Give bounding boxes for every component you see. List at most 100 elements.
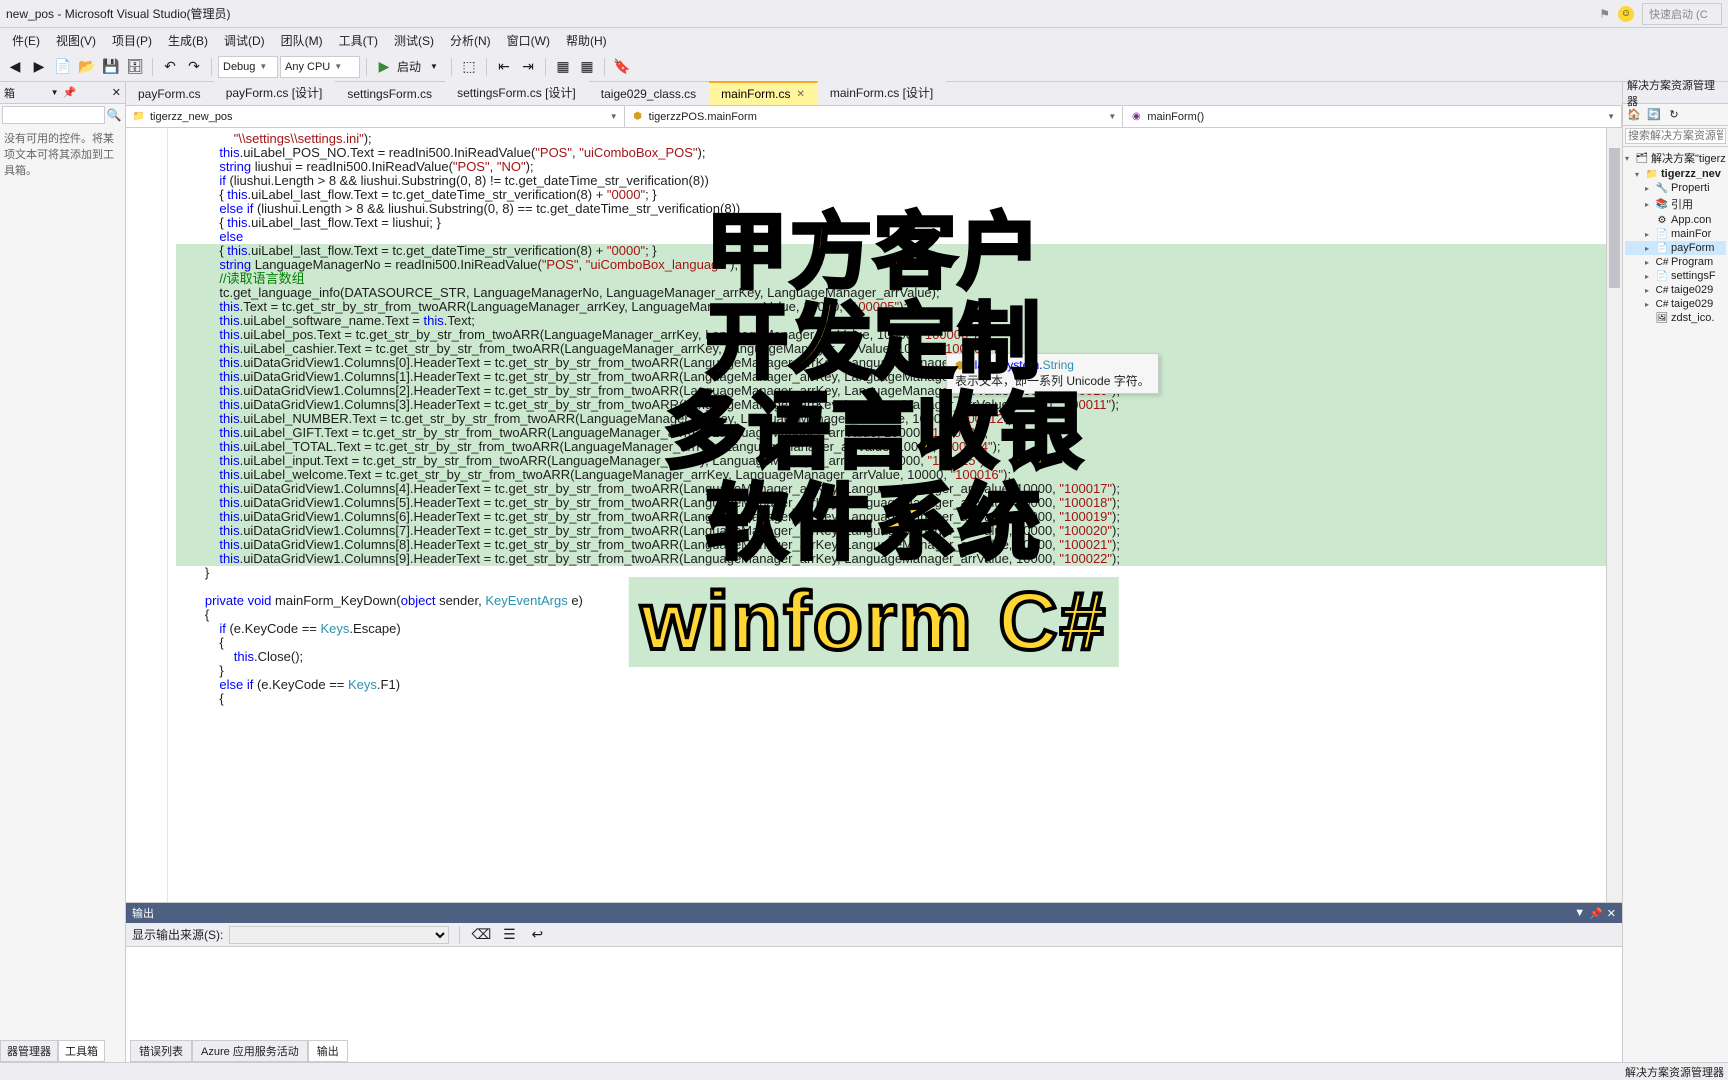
menu-item[interactable]: 帮助(H) [558,29,615,52]
bottom-tab[interactable]: 器管理器 [0,1040,58,1062]
close-icon[interactable]: ✕ [1607,907,1616,920]
start-label[interactable]: 启动 [397,58,421,75]
indent-icon[interactable]: ⇤ [493,56,515,78]
toolbox-panel: 箱 ▼ 📌 ✕ 🔍 没有可用的控件。将某项文本可将其添加到工具箱。 [0,82,126,1062]
bookmark-icon[interactable]: 🔖 [611,56,633,78]
wrap-icon[interactable]: ↩ [526,924,548,946]
tree-node[interactable]: ▸C#Program [1625,255,1726,269]
bottom-output-tabs: 错误列表Azure 应用服务活动输出 [130,1040,348,1062]
output-source-dropdown[interactable] [229,926,449,944]
menu-item[interactable]: 项目(P) [104,29,160,52]
toolbox-header: 箱 ▼ 📌 ✕ [0,82,125,104]
output-panel: 输出 ▼ 📌 ✕ 显示输出来源(S): ⌫ ☰ ↩ [126,902,1622,1062]
toggle-icon[interactable]: ☰ [498,924,520,946]
open-file-icon[interactable]: 📂 [76,56,98,78]
new-file-icon[interactable]: 📄 [52,56,74,78]
platform-dropdown[interactable]: Any CPU▼ [280,56,360,78]
tree-node[interactable]: ▸📄mainFor [1625,227,1726,241]
menu-item[interactable]: 件(E) [4,29,48,52]
editor-tab[interactable]: settingsForm.cs [335,83,445,105]
output-source-label: 显示输出来源(S): [132,926,223,943]
separator [604,58,605,76]
editor-tab[interactable]: taige029_class.cs [589,83,709,105]
undo-icon[interactable]: ↶ [159,56,181,78]
quick-launch-input[interactable]: 快速启动 (C [1642,3,1722,25]
tree-node[interactable]: ▸📄payForm [1625,241,1726,255]
close-icon[interactable]: ✕ [112,86,121,99]
nav-class-dropdown[interactable]: ⬢ tigerzzPOS.mainForm▼ [625,106,1124,127]
bottom-tab[interactable]: 输出 [308,1040,348,1062]
tree-node[interactable]: 🖼zdst_ico. [1625,311,1726,325]
notification-badge[interactable]: ☺ [1618,6,1634,22]
redo-icon[interactable]: ↷ [183,56,205,78]
start-debug-icon[interactable]: ▶ [373,56,395,78]
editor-tab[interactable]: payForm.cs [126,83,214,105]
editor-tab[interactable]: mainForm.cs [设计] [818,80,946,105]
solution-explorer-toolbar: 🏠 🔄 ↻ [1623,104,1728,126]
solution-explorer-header: 解决方案资源管理器 [1623,82,1728,104]
forward-button[interactable]: ▶ [28,56,50,78]
toolbox-search: 🔍 [0,104,125,126]
toolbox-title: 箱 [4,85,15,101]
search-icon[interactable]: 🔍 [105,106,123,124]
toolbox-search-input[interactable] [2,106,105,124]
menu-item[interactable]: 窗口(W) [499,29,558,52]
editor-tab[interactable]: mainForm.cs✕ [709,81,818,105]
uncomment-icon[interactable]: ▦ [576,56,598,78]
separator [211,58,212,76]
editor-tab[interactable]: settingsForm.cs [设计] [445,80,589,105]
tree-node[interactable]: ⚙App.con [1625,213,1726,227]
dropdown-arrow-icon[interactable]: ▼ [423,56,445,78]
clear-icon[interactable]: ⌫ [470,924,492,946]
separator [366,58,367,76]
tree-node[interactable]: ▸C#taige029 [1625,297,1726,311]
save-all-icon[interactable]: 🗄 [124,56,146,78]
config-dropdown[interactable]: Debug▼ [218,56,278,78]
menu-item[interactable]: 视图(V) [48,29,104,52]
bottom-left-tabs: 器管理器工具箱 [0,1040,105,1062]
tree-node[interactable]: ▾🗂解决方案"tigerz [1625,149,1726,167]
tree-node[interactable]: ▸C#taige029 [1625,283,1726,297]
pin-icon[interactable]: 📌 [1589,907,1603,920]
save-icon[interactable]: 💾 [100,56,122,78]
output-header: 输出 ▼ 📌 ✕ [126,903,1622,923]
step-icon[interactable]: ⬚ [458,56,480,78]
comment-icon[interactable]: ▦ [552,56,574,78]
dropdown-icon[interactable]: ▼ [51,88,59,97]
scrollbar-thumb[interactable] [1609,148,1620,288]
dropdown-icon[interactable]: ▼ [1574,907,1585,920]
intellisense-tooltip: ⬢ class System.String 表示文本，即一系列 Unicode … [946,353,1159,394]
bottom-tab[interactable]: Azure 应用服务活动 [192,1040,308,1062]
solution-tree[interactable]: ▾🗂解决方案"tigerz▾📁tigerzz_nev▸🔧Properti▸📚引用… [1623,147,1728,327]
flag-icon[interactable]: ⚑ [1599,7,1610,21]
outdent-icon[interactable]: ⇥ [517,56,539,78]
class-icon: ⬢ [631,110,645,124]
class-icon: ⬢ [955,359,965,372]
output-body[interactable] [126,947,1622,1062]
menu-item[interactable]: 分析(N) [442,29,499,52]
menu-item[interactable]: 生成(B) [160,29,216,52]
tree-node[interactable]: ▾📁tigerzz_nev [1625,167,1726,181]
menu-item[interactable]: 调试(D) [216,29,273,52]
refresh-icon[interactable]: ↻ [1665,106,1683,124]
solution-search [1623,126,1728,147]
menu-item[interactable]: 测试(S) [386,29,442,52]
tree-node[interactable]: ▸🔧Properti [1625,181,1726,195]
separator [451,58,452,76]
menu-item[interactable]: 工具(T) [331,29,386,52]
home-icon[interactable]: 🏠 [1625,106,1643,124]
nav-method-dropdown[interactable]: ◉ mainForm()▼ [1123,106,1622,127]
bottom-tab[interactable]: 工具箱 [58,1040,105,1062]
pin-icon[interactable]: 📌 [63,86,77,99]
solution-search-input[interactable] [1625,128,1726,144]
close-tab-icon[interactable]: ✕ [797,89,805,100]
tree-node[interactable]: ▸📄settingsF [1625,269,1726,283]
nav-project-dropdown[interactable]: 📁 tigerzz_new_pos▼ [126,106,625,127]
tree-node[interactable]: ▸📚引用 [1625,195,1726,213]
tooltip-description: 表示文本，即一系列 Unicode 字符。 [955,372,1150,389]
bottom-tab[interactable]: 错误列表 [130,1040,192,1062]
sync-icon[interactable]: 🔄 [1645,106,1663,124]
menu-item[interactable]: 团队(M) [273,29,331,52]
editor-tab[interactable]: payForm.cs [设计] [214,80,336,105]
back-button[interactable]: ◀ [4,56,26,78]
